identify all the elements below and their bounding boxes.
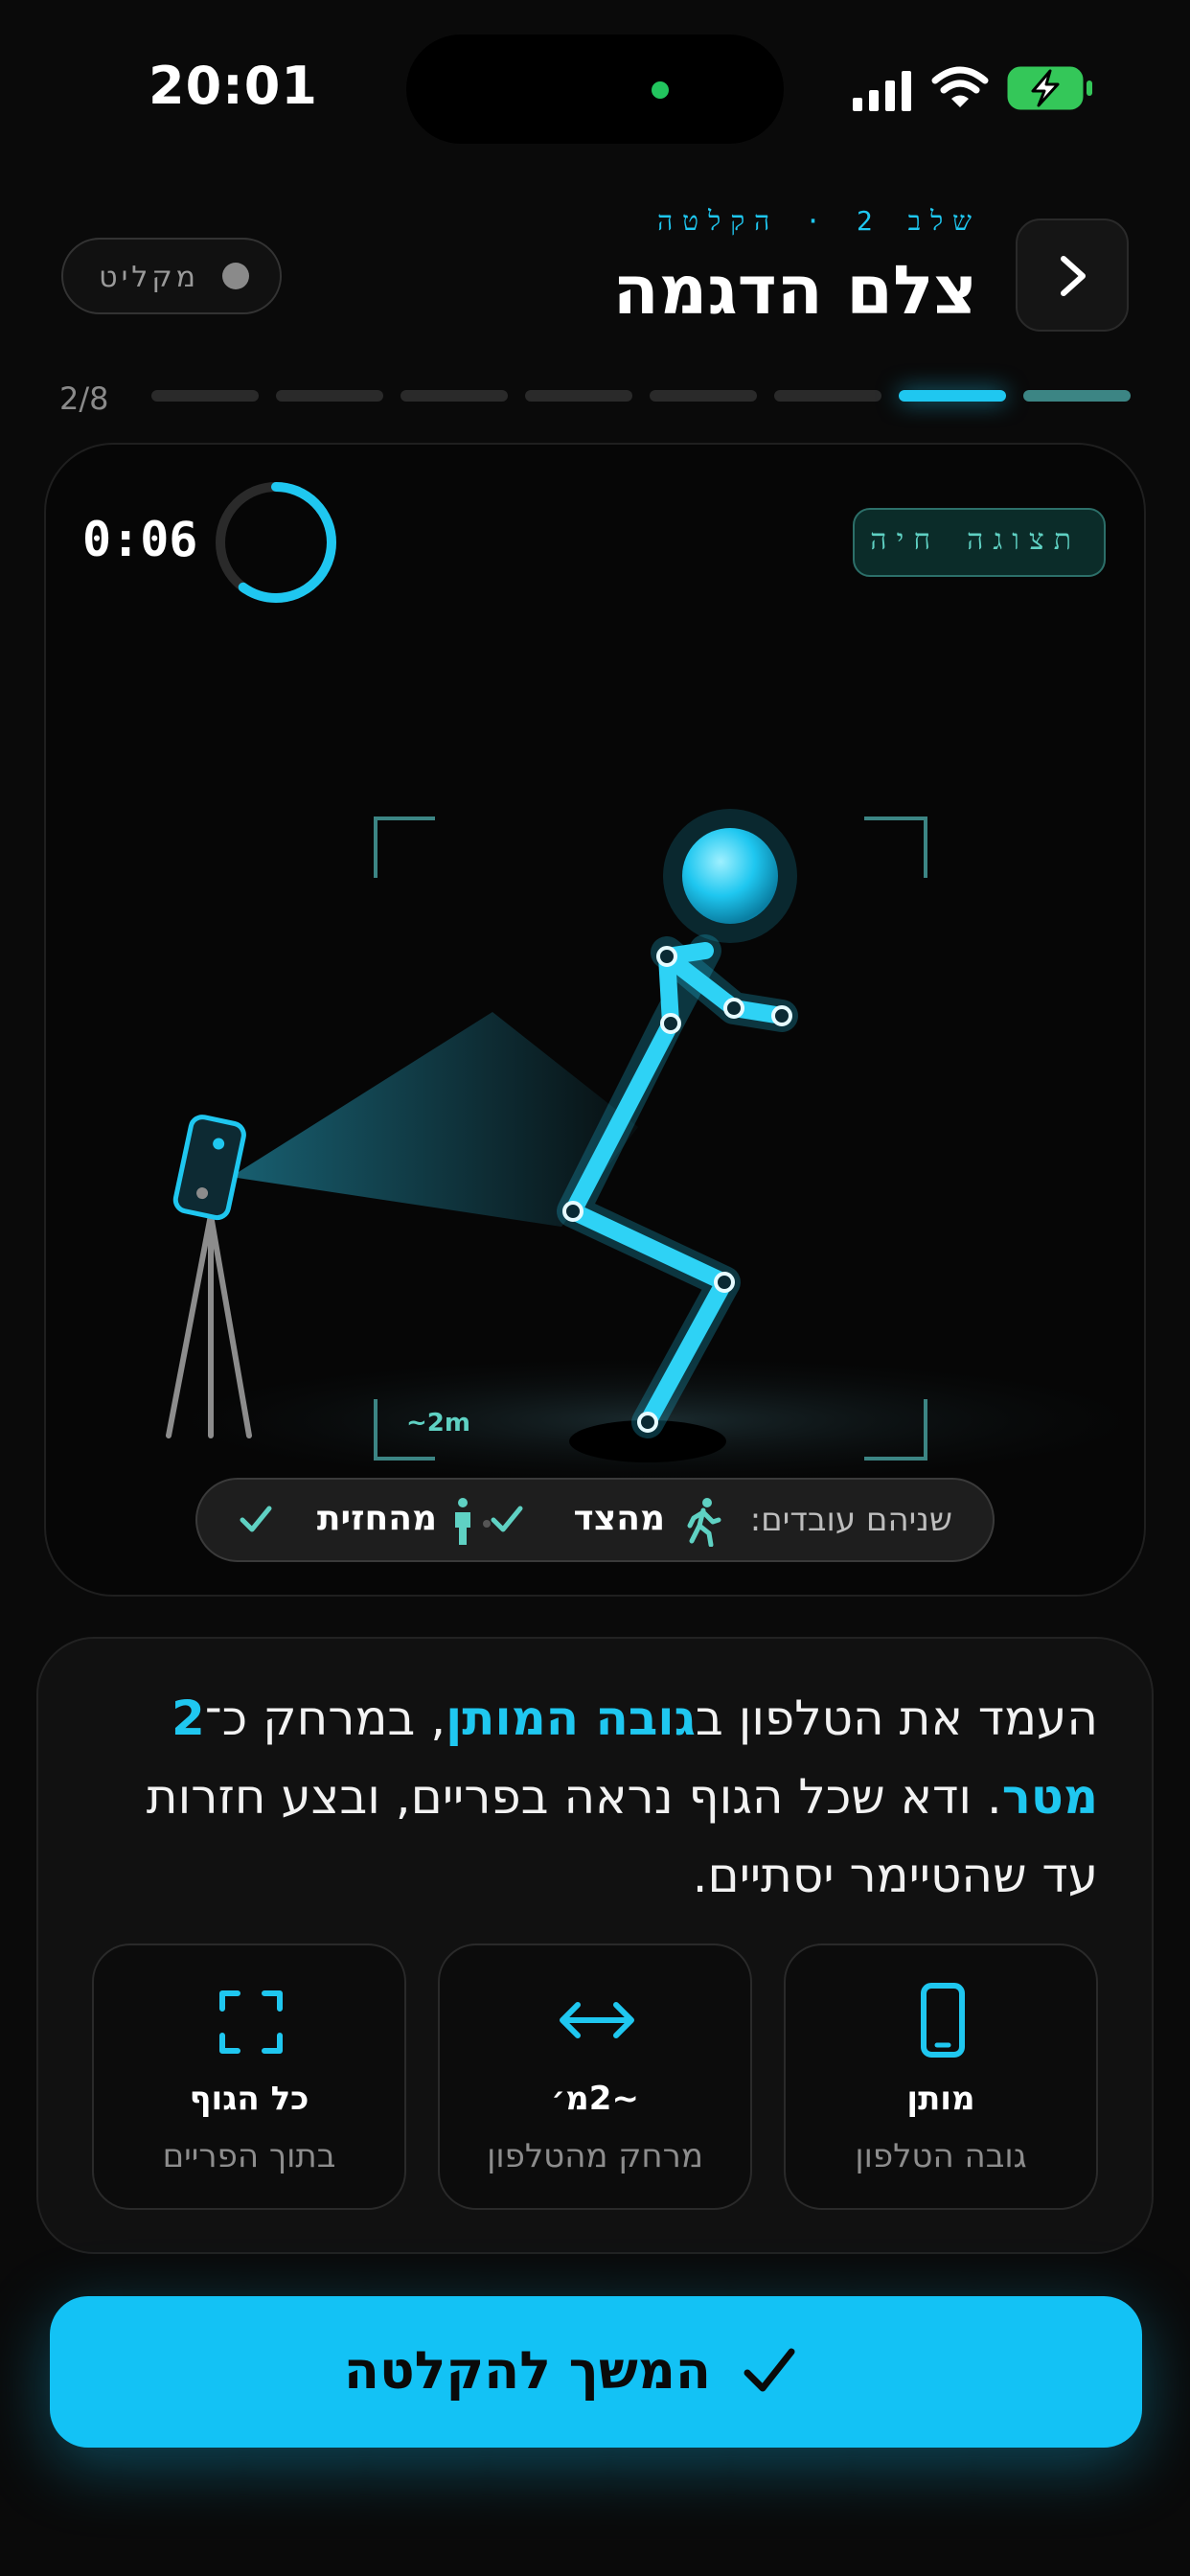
- phone-icon: [921, 1983, 965, 2058]
- back-button[interactable]: [1016, 218, 1129, 332]
- chevron-right-icon: [1061, 256, 1086, 296]
- instructions-highlight-height: גובה המותן: [446, 1690, 696, 1746]
- arrows-horizontal-icon: [560, 2002, 634, 2038]
- battery-charging-icon: [1007, 66, 1092, 110]
- views-label: שניהם עובדים:: [749, 1501, 952, 1539]
- progress-segment: [400, 390, 508, 402]
- standing-person-icon: [455, 1498, 470, 1545]
- camera-indicator-dot: [652, 81, 669, 99]
- progress-segment: [151, 390, 259, 402]
- recording-dot: [222, 263, 249, 289]
- progress-segment: [525, 390, 632, 402]
- progress-segment-current: [899, 390, 1006, 402]
- dynamic-island: [406, 34, 784, 144]
- live-view-badge: תצוגה חיה: [853, 508, 1106, 577]
- continue-recording-label: המשך להקלטה: [343, 2340, 711, 2401]
- progress-segment: [650, 390, 757, 402]
- phone-on-tripod-icon: [172, 1115, 246, 1221]
- tile-distance: ~2מ׳ מרחק מהטלפון: [438, 1944, 752, 2210]
- countdown-timer: 0:06: [82, 512, 198, 567]
- check-icon: [240, 1506, 272, 1532]
- tile-caption: בתוך הפריים: [162, 2137, 336, 2175]
- check-icon: [491, 1506, 523, 1532]
- signal-icon: [853, 71, 911, 111]
- instructions-text-prefix: העמד את הטלפון ב: [695, 1690, 1098, 1746]
- countdown-ring: [216, 482, 336, 603]
- front-view-label: מהחזית: [316, 1499, 437, 1538]
- progress-counter: 2/8: [59, 380, 109, 417]
- continue-recording-button[interactable]: המשך להקלטה: [50, 2296, 1142, 2448]
- tile-value: מותן: [906, 2080, 975, 2118]
- progress-segment: [774, 390, 881, 402]
- frame-corners-icon: [219, 1990, 283, 2054]
- page-title: צלם הדגמה: [612, 251, 977, 330]
- instructions-text-suffix: . ודא שכל הגוף נראה בפריים, ובצע חזרות ע…: [146, 1769, 1098, 1903]
- distance-label: ~2m: [406, 1409, 470, 1438]
- tile-phone-height: מותן גובה הטלפון: [784, 1944, 1098, 2210]
- tile-caption: גובה הטלפון: [855, 2137, 1027, 2175]
- progress-segment: [276, 390, 383, 402]
- progress-segment-done: [1023, 390, 1131, 402]
- tile-value: כל הגוף: [189, 2080, 309, 2118]
- preview-scene: [166, 809, 1144, 1484]
- side-view-label: מהצד: [573, 1499, 665, 1538]
- live-view-label: תצוגה חיה: [870, 523, 1081, 557]
- tile-caption: מרחק מהטלפון: [487, 2137, 703, 2175]
- recording-label: מקליט: [99, 261, 199, 294]
- views-status-pill: שניהם עובדים: מהצד מהחזית: [195, 1478, 995, 1562]
- walking-person-icon: [687, 1498, 721, 1547]
- tile-full-body: כל הגוף בתוך הפריים: [92, 1944, 406, 2210]
- check-icon: [744, 2348, 795, 2392]
- step-label: שלב 2 · הקלטה: [657, 205, 981, 237]
- status-time: 20:01: [149, 56, 318, 116]
- live-preview-card: [44, 443, 1146, 1597]
- recording-indicator: מקליט: [61, 238, 282, 314]
- tile-value: ~2מ׳: [551, 2080, 639, 2118]
- instructions-text: העמד את הטלפון בגובה המותן, במרחק כ־2 מט…: [82, 1679, 1098, 1915]
- separator-dot: [483, 1520, 491, 1528]
- wifi-icon: [931, 66, 989, 107]
- instructions-text-mid: , במרחק כ־: [204, 1690, 446, 1746]
